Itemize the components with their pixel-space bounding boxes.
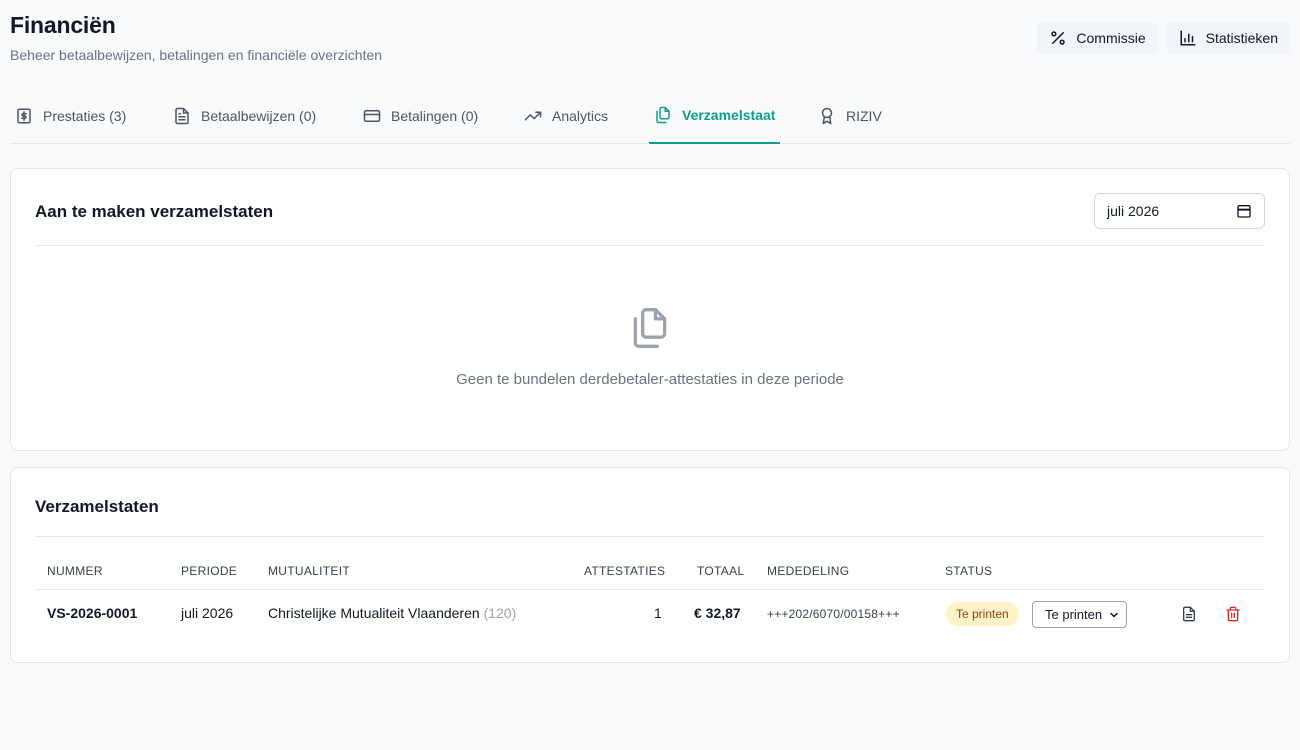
column-header-nummer: NUMMER (47, 564, 103, 578)
empty-state: Geen te bundelen derdebetaler-attestatie… (11, 304, 1289, 388)
cell-totaal: € 32,87 (694, 605, 741, 621)
page-subtitle: Beheer betaalbewijzen, betalingen en fin… (10, 47, 383, 63)
document-icon (175, 107, 189, 125)
tab-prestaties[interactable]: Prestaties (3) (10, 88, 131, 144)
card-divider (35, 245, 1265, 246)
dollar-document-icon (17, 108, 31, 124)
commission-button[interactable]: Commissie (1037, 22, 1158, 54)
statements-card: Verzamelstaten NUMMER PERIODE MUTUALITEI… (10, 467, 1290, 663)
document-icon[interactable] (1181, 606, 1197, 622)
mutualiteit-name: Christelijke Mutualiteit Vlaanderen (268, 605, 480, 621)
column-header-mutualiteit: MUTUALITEIT (268, 564, 350, 578)
cell-attestaties: 1 (654, 605, 662, 621)
status-badge: Te printen (946, 602, 1019, 626)
column-header-mededeling: MEDEDELING (767, 564, 850, 578)
tab-label: Prestaties (3) (43, 108, 127, 124)
mutualiteit-code: (120) (483, 605, 517, 621)
cell-nummer: VS-2026-0001 (47, 605, 138, 621)
tab-bar: Prestaties (3) Betaalbewijzen (0) Betali… (10, 88, 1290, 144)
statistics-label: Statistieken (1205, 30, 1278, 46)
page-title: Financiën (10, 12, 116, 38)
tab-betalingen[interactable]: Betalingen (0) (358, 88, 483, 144)
status-select[interactable]: Te printen (1032, 601, 1127, 628)
header-row-divider (35, 589, 1265, 590)
tab-label: Betalingen (0) (391, 108, 479, 124)
to-create-card: Aan te maken verzamelstaten juli 2026 Ge… (10, 168, 1290, 451)
column-header-totaal: TOTAAL (697, 564, 745, 578)
status-select-value: Te printen (1045, 607, 1103, 622)
commission-label: Commissie (1076, 30, 1146, 46)
trending-up-icon (524, 111, 542, 121)
credit-card-icon (363, 110, 381, 122)
tab-betaalbewijzen[interactable]: Betaalbewijzen (0) (168, 88, 321, 144)
period-date-input[interactable]: juli 2026 (1094, 193, 1265, 229)
cell-periode: juli 2026 (181, 605, 234, 621)
column-header-status: STATUS (945, 564, 993, 578)
to-create-title: Aan te maken verzamelstaten (35, 202, 274, 221)
tab-label: Analytics (552, 108, 609, 124)
chevron-down-icon (1110, 612, 1118, 617)
tab-analytics[interactable]: Analytics (519, 88, 613, 144)
copy-documents-icon (633, 308, 667, 348)
trash-icon[interactable] (1225, 606, 1241, 622)
tab-label: Betaalbewijzen (0) (201, 108, 317, 124)
tab-verzamelstaat[interactable]: Verzamelstaat (649, 88, 781, 144)
statements-title: Verzamelstaten (35, 497, 159, 516)
percent-icon (1051, 31, 1066, 45)
column-header-attestaties: ATTESTATIES (584, 564, 666, 578)
empty-message: Geen te bundelen derdebetaler-attestatie… (456, 371, 844, 388)
bar-chart-icon (1180, 30, 1196, 46)
column-header-periode: PERIODE (181, 564, 238, 578)
tab-label: RIZIV (846, 108, 882, 124)
award-icon (821, 107, 833, 125)
calendar-icon[interactable] (1236, 203, 1252, 219)
card-divider (35, 536, 1265, 537)
cell-mededeling: +++202/6070/00158+++ (767, 607, 900, 621)
copy-documents-icon (656, 106, 670, 124)
tab-label: Verzamelstaat (682, 107, 776, 123)
tab-riziv[interactable]: RIZIV (813, 88, 887, 144)
period-value: juli 2026 (1107, 203, 1160, 219)
statistics-button[interactable]: Statistieken (1166, 22, 1290, 54)
header-actions: Commissie Statistieken (1037, 22, 1290, 54)
page-header: Financiën Beheer betaalbewijzen, betalin… (10, 12, 382, 63)
cell-mutualiteit: Christelijke Mutualiteit Vlaanderen (120… (268, 605, 516, 621)
